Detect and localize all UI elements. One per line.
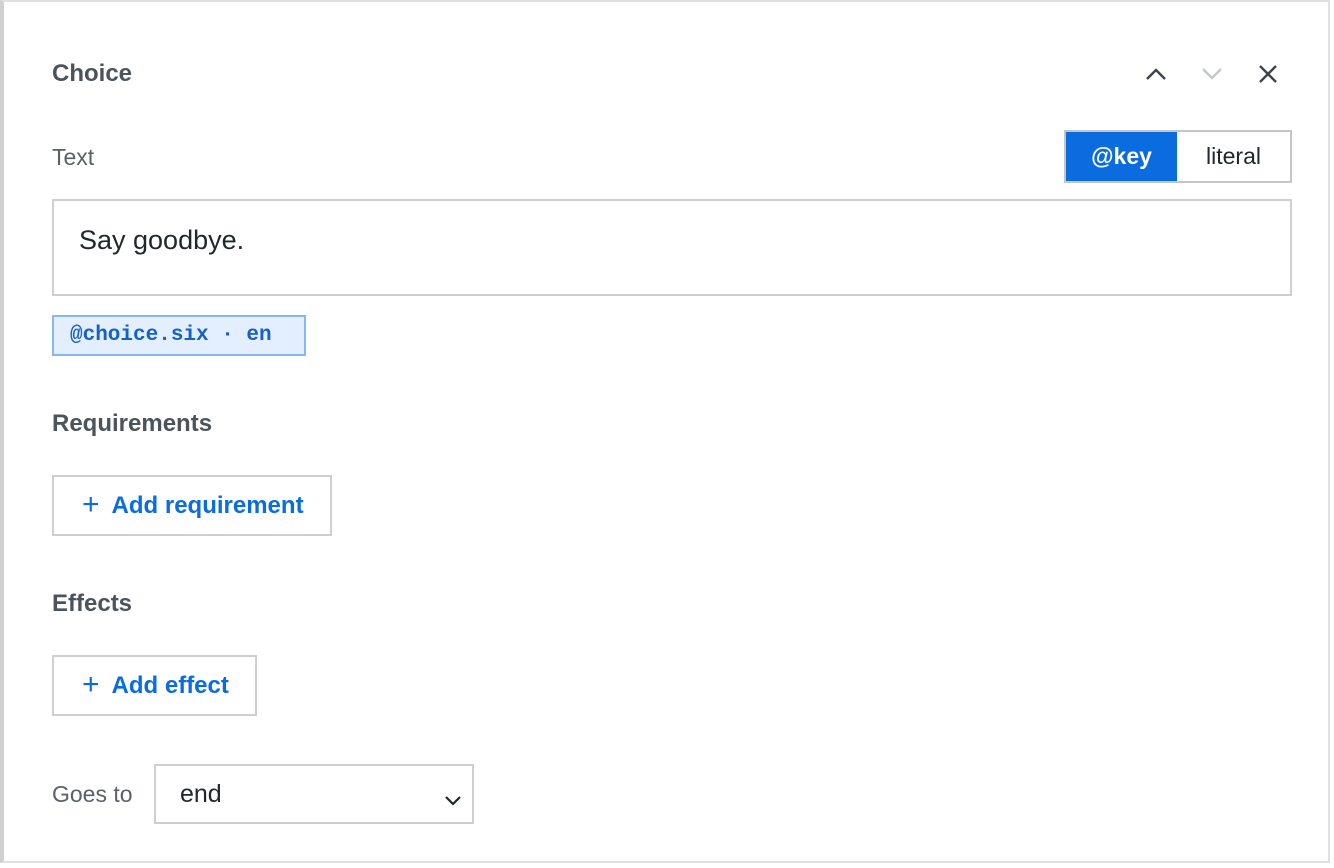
text-mode-toggle: @key literal: [1064, 130, 1292, 183]
chevron-down-icon[interactable]: [1196, 58, 1228, 90]
toggle-literal-option[interactable]: literal: [1177, 132, 1290, 181]
panel-title: Choice: [52, 60, 133, 87]
requirements-heading: Requirements: [52, 410, 213, 437]
toggle-key-option[interactable]: @key: [1066, 132, 1177, 181]
add-effect-label: Add effect: [111, 671, 229, 699]
add-requirement-button[interactable]: + Add requirement: [52, 475, 332, 536]
add-requirement-label: Add requirement: [111, 491, 304, 519]
plus-icon: +: [82, 667, 100, 701]
plus-icon: +: [82, 487, 100, 521]
close-icon[interactable]: [1252, 58, 1284, 90]
goes-to-value: end: [180, 779, 222, 808]
add-effect-button[interactable]: + Add effect: [52, 655, 257, 716]
text-label: Text: [52, 144, 95, 170]
chevron-up-icon[interactable]: [1140, 58, 1172, 90]
chevron-down-icon: [444, 785, 462, 814]
choice-panel: Choice Text @key literal Say goodbye. @c…: [0, 0, 1330, 863]
effects-heading: Effects: [52, 590, 133, 617]
goes-to-select[interactable]: end: [154, 764, 474, 824]
localization-key-chip: @choice.six · en: [52, 315, 306, 356]
choice-text-input[interactable]: Say goodbye.: [52, 199, 1292, 296]
goes-to-label: Goes to: [52, 781, 133, 807]
